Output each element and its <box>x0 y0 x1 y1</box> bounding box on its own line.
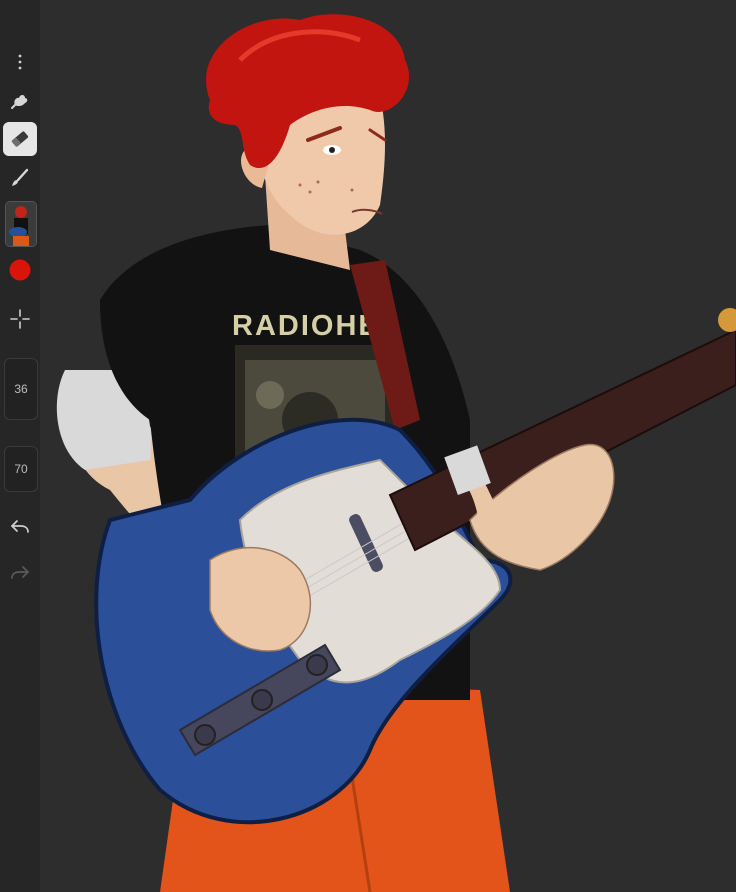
brush-tool-button[interactable] <box>3 161 37 195</box>
layers-button[interactable] <box>5 201 37 247</box>
drawing-canvas[interactable]: RADIOHE <box>40 0 736 892</box>
vertical-ellipsis-icon <box>18 54 22 70</box>
guitarist-artwork: RADIOHE <box>56 14 736 892</box>
more-options-button[interactable] <box>3 45 37 79</box>
color-swatch-icon <box>9 259 31 281</box>
eraser-icon <box>11 131 29 147</box>
transform-tool-button[interactable] <box>3 302 37 336</box>
brush-size-slider[interactable]: 36 <box>4 358 38 420</box>
redo-button[interactable] <box>3 555 37 589</box>
opacity-value: 70 <box>14 462 28 476</box>
tool-sidebar: 36 70 <box>0 0 40 892</box>
undo-icon <box>11 520 29 533</box>
eraser-tool-button[interactable] <box>3 122 37 156</box>
move-crosshair-icon <box>10 309 30 329</box>
opacity-slider[interactable]: 70 <box>4 446 38 492</box>
color-picker-button[interactable] <box>3 253 37 287</box>
shirt-print-text: RADIOHE <box>232 310 380 342</box>
brush-size-value: 36 <box>14 382 28 396</box>
smudge-tool-button[interactable] <box>3 83 37 117</box>
undo-button[interactable] <box>3 509 37 543</box>
smudge-icon <box>11 95 28 109</box>
redo-icon <box>11 566 29 579</box>
brush-icon <box>12 168 29 186</box>
layer-thumbnail <box>6 202 36 246</box>
